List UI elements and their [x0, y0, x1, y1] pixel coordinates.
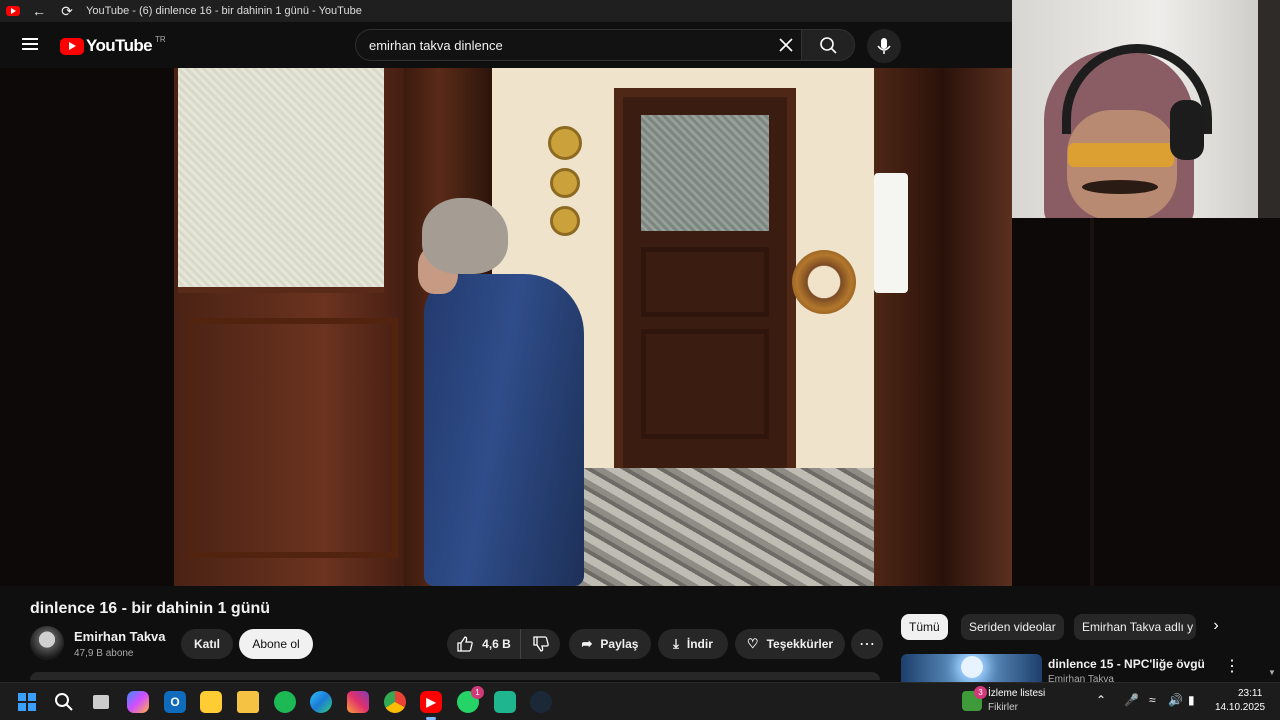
- webcam-background: [1012, 218, 1280, 586]
- subscribe-button[interactable]: Abone ol: [239, 629, 313, 659]
- microphone-tray-icon[interactable]: 🎤: [1124, 693, 1139, 707]
- clear-search-icon[interactable]: [777, 36, 795, 54]
- chat-app-icon[interactable]: [494, 691, 516, 713]
- more-actions-icon[interactable]: ⋯: [851, 629, 883, 659]
- headset: [1170, 100, 1204, 160]
- share-label: Paylaş: [600, 637, 639, 651]
- microphone-icon: [877, 38, 891, 54]
- region-code: TR: [155, 34, 166, 44]
- thanks-heart-icon: ♡: [746, 636, 759, 651]
- download-icon: ⤓: [673, 636, 679, 651]
- scene-door-frame: [874, 68, 1012, 586]
- recommended-title[interactable]: dinlence 15 - NPC'liğe övgü: [1048, 657, 1205, 671]
- thanks-button[interactable]: ♡ Teşekkürler: [735, 629, 845, 659]
- youtube-favicon-icon: [6, 6, 20, 16]
- chevron-right-icon[interactable]: ›: [1206, 617, 1226, 637]
- join-button[interactable]: Katıl: [181, 629, 233, 659]
- watchlist-widget-icon[interactable]: 3: [962, 686, 987, 711]
- search-icon[interactable]: [53, 691, 75, 713]
- download-button[interactable]: ⤓ İndir: [658, 629, 728, 659]
- outlook-icon[interactable]: O: [164, 691, 186, 713]
- scene-far-door: [614, 88, 796, 478]
- chip-all[interactable]: Tümü: [901, 614, 948, 640]
- video-title: dinlence 16 - bir dahinin 1 günü: [30, 600, 271, 617]
- steam-icon[interactable]: [530, 691, 552, 713]
- whatsapp-badge: 1: [471, 686, 484, 699]
- youtube-icon[interactable]: ▶: [420, 691, 442, 720]
- chip-series[interactable]: Seriden videolar: [961, 614, 1064, 640]
- scene-wreath: [792, 250, 856, 314]
- like-count: 4,6 B: [482, 637, 511, 651]
- video-player[interactable]: [0, 68, 1012, 586]
- video-frame[interactable]: [174, 68, 1012, 586]
- scene-towel: [874, 173, 908, 293]
- edge-icon[interactable]: [310, 691, 332, 713]
- scene-plate: [548, 126, 582, 160]
- clock-time[interactable]: 23:11: [1238, 688, 1262, 699]
- youtube-header: YouTube TR emirhan takva dinlence: [0, 22, 1012, 68]
- volume-icon[interactable]: 🔊: [1168, 693, 1183, 707]
- share-icon: ➦: [581, 636, 593, 651]
- instagram-icon[interactable]: [347, 691, 369, 713]
- download-label: İndir: [686, 637, 713, 651]
- chevron-up-icon[interactable]: ⌃: [1096, 693, 1106, 707]
- search-input[interactable]: emirhan takva dinlence: [355, 29, 801, 61]
- recommended-thumbnail[interactable]: [901, 654, 1042, 684]
- recommended-channel: Emirhan Takva: [1048, 674, 1114, 682]
- widget-badge: 3: [974, 686, 987, 699]
- youtube-logo[interactable]: YouTube TR: [60, 34, 166, 56]
- menu-icon[interactable]: [22, 38, 38, 50]
- spotify-icon[interactable]: [274, 691, 296, 713]
- voice-search-button[interactable]: [867, 29, 901, 63]
- thanks-label: Teşekkürler: [766, 637, 834, 651]
- battery-icon[interactable]: ▮: [1188, 693, 1195, 707]
- chrome-icon[interactable]: [384, 691, 406, 713]
- whatsapp-icon[interactable]: 1: [457, 686, 484, 713]
- video-letterbox: [0, 68, 174, 586]
- recommended-more-icon[interactable]: ⋮: [1224, 656, 1240, 676]
- window-title: YouTube - (6) dinlence 16 - bir dahinin …: [86, 5, 362, 17]
- copilot-icon[interactable]: [127, 691, 149, 713]
- scroll-down-arrow-icon[interactable]: ▼: [1268, 668, 1276, 677]
- search-icon: [820, 37, 837, 54]
- back-arrow-icon[interactable]: ←: [30, 3, 48, 19]
- subscriber-count: 47,9 B abone: [74, 648, 134, 659]
- youtube-play-icon: [60, 37, 84, 55]
- logo-text: YouTube: [86, 36, 153, 55]
- description-box[interactable]: [30, 672, 880, 680]
- like-button[interactable]: 4,6 B: [447, 629, 521, 659]
- widget-title[interactable]: İzleme listesi: [988, 688, 1045, 699]
- clock-date[interactable]: 14.10.2025: [1215, 702, 1265, 713]
- windows-taskbar: O ▶ 1 3 İzleme listesi Fikirler ⌃ 🎤 ≈ 🔊 …: [0, 682, 1280, 720]
- search-button[interactable]: [801, 29, 855, 61]
- share-button[interactable]: ➦ Paylaş: [569, 629, 651, 659]
- browser-title-bar: ← ⟳ YouTube - (6) dinlence 16 - bir dahi…: [0, 0, 1012, 22]
- scene-open-door: [174, 68, 424, 586]
- webcam-overlay: [1012, 0, 1280, 218]
- chip-channel[interactable]: Emirhan Takva adlı y: [1074, 614, 1196, 640]
- start-icon[interactable]: [16, 691, 38, 713]
- thumbs-up-icon: [457, 636, 473, 652]
- like-dislike-group: 4,6 B: [447, 629, 560, 659]
- channel-avatar[interactable]: [30, 626, 64, 660]
- task-view-icon[interactable]: [90, 691, 112, 713]
- widget-subtitle: Fikirler: [988, 702, 1018, 713]
- scene-plate: [550, 168, 580, 198]
- channel-name[interactable]: Emirhan Takva: [74, 629, 166, 644]
- dislike-button[interactable]: [521, 629, 560, 659]
- search-query-text[interactable]: emirhan takva dinlence: [369, 38, 503, 53]
- reload-icon[interactable]: ⟳: [58, 3, 76, 20]
- scene-person: [414, 198, 584, 586]
- thumbs-down-icon: [532, 636, 549, 652]
- wifi-icon[interactable]: ≈: [1149, 693, 1156, 707]
- file-explorer-icon[interactable]: [237, 691, 259, 713]
- scene-rug: [544, 468, 904, 586]
- sticky-notes-icon[interactable]: [200, 691, 222, 713]
